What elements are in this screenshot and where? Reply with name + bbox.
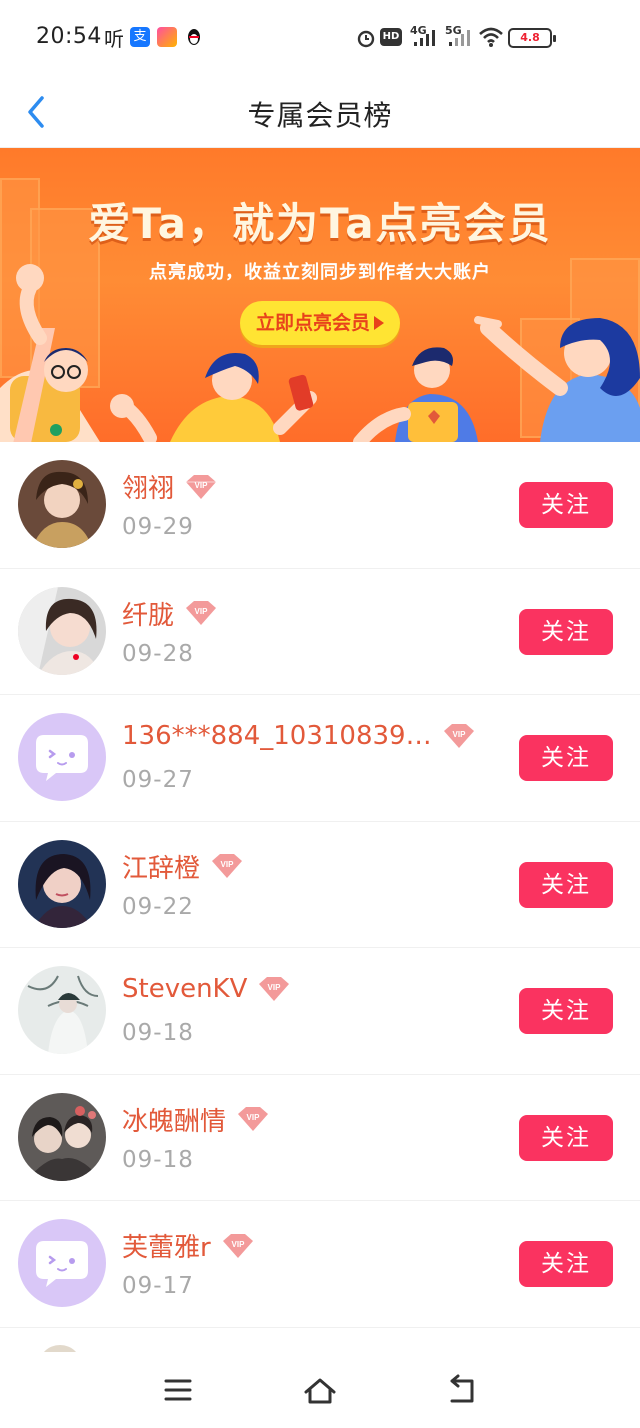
vip-diamond-icon: VIP	[259, 977, 290, 1001]
gallery-app-icon	[157, 27, 177, 47]
follow-button[interactable]: 关注	[519, 861, 613, 908]
vip-diamond-icon: VIP	[212, 854, 243, 878]
list-item[interactable]: 芙蕾雅r VIP 09-17 关注	[0, 1201, 640, 1328]
vip-diamond-icon: VIP	[238, 1107, 269, 1131]
promo-banner[interactable]: 爱Ta，就为Ta点亮会员 点亮成功，收益立刻同步到作者大大账户 立即点亮会员	[0, 148, 640, 442]
list-item[interactable]: 翎祤 VIP 09-29 关注	[0, 442, 640, 569]
default-avatar[interactable]	[18, 713, 106, 801]
light-up-membership-button[interactable]: 立即点亮会员	[240, 301, 400, 345]
member-date: 09-18	[122, 1020, 194, 1046]
follow-button[interactable]: 关注	[519, 988, 613, 1034]
avatar[interactable]	[18, 586, 106, 675]
svg-text:VIP: VIP	[195, 481, 209, 490]
status-bar: 20:54 听 支 HD 4G 5G 4.8	[0, 0, 640, 76]
member-list: 翎祤 VIP 09-29 关注 纤胧 VIP 09-28 关注 136***88…	[0, 442, 640, 1328]
member-date: 09-27	[122, 767, 194, 793]
follow-button[interactable]: 关注	[519, 1114, 613, 1161]
svg-text:VIP: VIP	[195, 607, 209, 616]
play-arrow-icon	[374, 316, 384, 330]
follow-button[interactable]: 关注	[519, 482, 613, 528]
member-date: 09-28	[122, 640, 194, 667]
default-avatar[interactable]	[18, 1219, 106, 1307]
svg-text:VIP: VIP	[268, 983, 282, 992]
follow-button[interactable]: 关注	[519, 608, 613, 655]
avatar[interactable]	[18, 460, 106, 548]
list-item[interactable]: 江辞橙 VIP 09-22 关注	[0, 822, 640, 948]
wifi-icon	[478, 26, 504, 52]
member-date: 09-17	[122, 1273, 194, 1299]
member-date: 09-18	[122, 1146, 194, 1173]
list-item[interactable]: StevenKV VIP 09-18 关注	[0, 948, 640, 1075]
vip-diamond-icon: VIP	[222, 1233, 253, 1258]
banner-cta-label: 立即点亮会员	[255, 312, 370, 334]
svg-text:VIP: VIP	[221, 860, 235, 869]
member-name: StevenKV	[122, 974, 248, 1004]
back-icon[interactable]	[442, 1372, 482, 1408]
member-name: 冰魄酬情	[122, 1106, 227, 1137]
navigation-header: 专属会员榜	[0, 76, 640, 148]
follow-button[interactable]: 关注	[519, 735, 613, 781]
hd-indicator: HD	[380, 28, 402, 46]
vip-diamond-icon: VIP	[443, 724, 474, 748]
svg-text:VIP: VIP	[247, 1113, 261, 1122]
list-item[interactable]: 136***884_10310839… VIP 09-27 关注	[0, 695, 640, 822]
page-title: 专属会员榜	[247, 99, 393, 132]
banner-headline: 爱Ta，就为Ta点亮会员	[88, 199, 552, 248]
home-icon[interactable]	[300, 1372, 340, 1408]
avatar[interactable]	[18, 966, 106, 1054]
follow-button[interactable]: 关注	[519, 1241, 613, 1287]
status-time: 20:54	[36, 24, 102, 49]
alipay-icon: 支	[130, 27, 150, 47]
qq-icon	[184, 27, 204, 47]
battery-level: 4.8	[520, 31, 540, 44]
member-name: 芙蕾雅r	[122, 1233, 211, 1263]
member-date: 09-29	[122, 514, 194, 540]
vip-diamond-icon: VIP	[186, 474, 217, 499]
battery-icon: 4.8	[508, 28, 556, 48]
list-item[interactable]: 纤胧 VIP 09-28 关注	[0, 569, 640, 695]
member-name: 江辞橙	[122, 853, 201, 884]
member-name: 翎祤	[122, 474, 175, 504]
list-item[interactable]: 冰魄酬情 VIP 09-18 关注	[0, 1075, 640, 1201]
menu-icon[interactable]	[158, 1372, 198, 1408]
svg-text:VIP: VIP	[231, 1240, 245, 1249]
member-date: 09-22	[122, 893, 194, 920]
banner-subline: 点亮成功，收益立刻同步到作者大大账户	[149, 262, 491, 283]
alarm-icon	[356, 28, 376, 52]
system-nav-bar	[0, 1352, 640, 1428]
avatar[interactable]	[18, 1092, 106, 1181]
avatar[interactable]	[18, 839, 106, 928]
vip-diamond-icon: VIP	[186, 601, 217, 625]
status-carrier-char: 听	[104, 27, 124, 51]
member-name: 纤胧	[122, 600, 175, 631]
svg-text:VIP: VIP	[452, 730, 466, 739]
member-name: 136***884_10310839…	[122, 721, 432, 751]
